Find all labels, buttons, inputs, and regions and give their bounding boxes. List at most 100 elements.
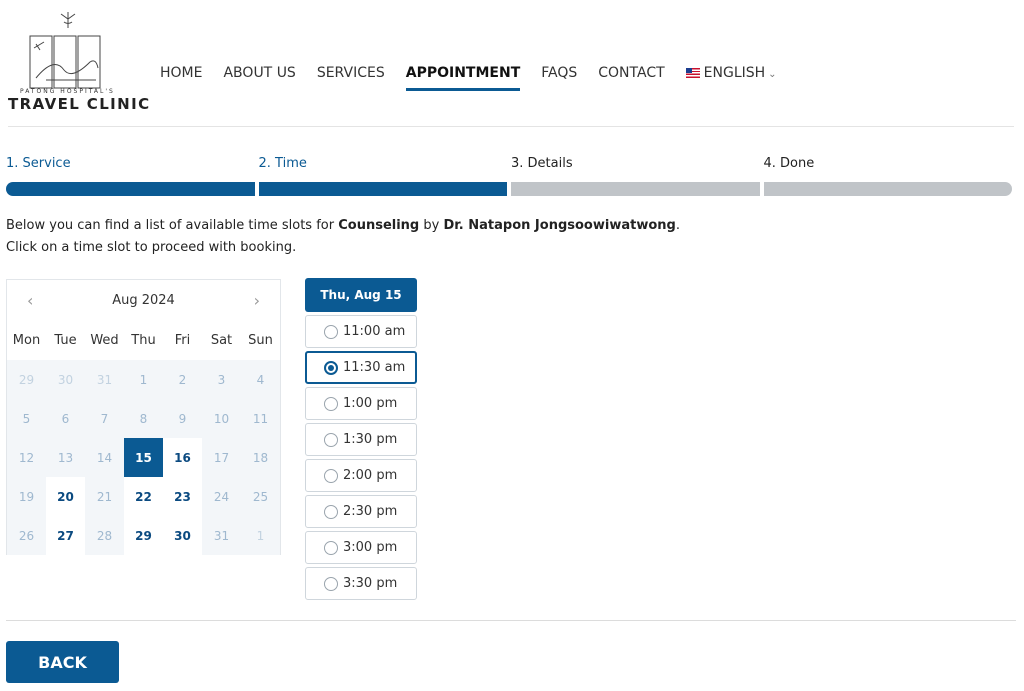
main-nav: HOME ABOUT US SERVICES APPOINTMENT FAQS …	[160, 65, 798, 91]
chevron-left-icon[interactable]: ‹	[27, 291, 33, 310]
calendar-day: 30	[57, 372, 74, 387]
calendar-day: 13	[57, 450, 74, 465]
calendar-day: 25	[252, 489, 269, 504]
calendar-day: 29	[18, 372, 35, 387]
calendar-day: 5	[22, 411, 31, 426]
calendar-day: 31	[96, 372, 113, 387]
step-label: 2. Time	[258, 156, 307, 171]
service-name: Counseling	[338, 218, 420, 233]
calendar-day: 12	[18, 450, 35, 465]
calendar-day[interactable]: 27	[46, 516, 85, 555]
calendar-day: 1	[256, 528, 265, 543]
step-details: 3. Details	[511, 156, 760, 196]
nav-home[interactable]: HOME	[160, 65, 202, 81]
calendar-day: 10	[213, 411, 230, 426]
calendar-day[interactable]: 16	[163, 438, 202, 477]
calendar-day: 31	[213, 528, 230, 543]
weekday-label: Sat	[210, 332, 233, 348]
language-label: ENGLISH	[703, 65, 766, 81]
time-slot-label: 2:30 pm	[343, 504, 398, 519]
step-done: 4. Done	[763, 156, 1012, 196]
step-bar	[763, 182, 1012, 196]
step-bar	[6, 182, 255, 196]
radio-icon	[324, 504, 338, 519]
step-label: 4. Done	[763, 156, 815, 171]
radio-icon	[324, 540, 338, 555]
calendar-day-selected[interactable]: 15	[124, 438, 163, 477]
language-selector[interactable]: ENGLISH ⌄	[685, 65, 777, 81]
calendar-day[interactable]: 22	[124, 477, 163, 516]
weekday-label: Tue	[54, 332, 77, 348]
weekday-label: Thu	[131, 332, 156, 348]
nav-services[interactable]: SERVICES	[317, 65, 385, 81]
header-divider	[8, 126, 1014, 127]
calendar-day[interactable]: 29	[124, 516, 163, 555]
step-bar	[511, 182, 760, 196]
radio-icon	[324, 432, 338, 447]
calendar-day: 3	[217, 372, 226, 387]
calendar-day: 21	[96, 489, 113, 504]
radio-icon	[324, 576, 338, 591]
calendar-day: 1	[139, 372, 148, 387]
calendar-day: 24	[213, 489, 230, 504]
us-flag-icon	[685, 68, 700, 78]
calendar-days: 29 30 31 1 2 3 4 5 6 7 8 9 10 11 12 13 14 15 16 17 18 19 20 21 2…	[7, 360, 280, 555]
radio-icon	[324, 468, 338, 483]
logo-title: TRAVEL CLINIC	[8, 95, 151, 113]
time-slot[interactable]: 1:30 pm	[305, 423, 417, 456]
weekday-row: Mon Tue Wed Thu Fri Sat Sun	[7, 320, 280, 360]
weekday-label: Sun	[248, 332, 273, 348]
chevron-right-icon[interactable]: ›	[254, 291, 260, 310]
time-slot[interactable]: 3:30 pm	[305, 567, 417, 600]
weekday-label: Mon	[12, 332, 41, 348]
time-slot-label: 2:00 pm	[343, 468, 398, 483]
selected-date-header: Thu, Aug 15	[305, 278, 417, 312]
calendar-day[interactable]: 30	[163, 516, 202, 555]
time-slot-label: 1:30 pm	[343, 432, 398, 447]
time-slot[interactable]: 11:00 am	[305, 315, 417, 348]
time-slot[interactable]: 3:00 pm	[305, 531, 417, 564]
time-slot-label: 3:30 pm	[343, 576, 398, 591]
calendar-day[interactable]: 20	[46, 477, 85, 516]
nav-faqs[interactable]: FAQS	[541, 65, 577, 81]
booking-progress: 1. Service 2. Time 3. Details 4. Done	[6, 156, 1012, 196]
weekday-label: Fri	[174, 332, 191, 348]
nav-appointment[interactable]: APPOINTMENT	[405, 65, 520, 91]
time-slot-label: 11:00 am	[343, 324, 406, 339]
instructions: Below you can find a list of available t…	[6, 215, 680, 259]
logo-tagline: PATONG HOSPITAL'S	[20, 88, 115, 95]
calendar-day: 26	[18, 528, 35, 543]
step-service: 1. Service	[6, 156, 255, 196]
time-slot-list: 11:00 am 11:30 am 1:00 pm 1:30 pm 2:00 pm 2:3…	[305, 315, 417, 600]
calendar-day: 4	[256, 372, 265, 387]
chevron-down-icon: ⌄	[768, 69, 777, 80]
time-slot[interactable]: 2:00 pm	[305, 459, 417, 492]
calendar-day: 18	[252, 450, 269, 465]
calendar-day: 19	[18, 489, 35, 504]
back-button[interactable]: BACK	[6, 641, 119, 683]
nav-contact[interactable]: CONTACT	[598, 65, 664, 81]
time-slot-label: 11:30 am	[343, 360, 406, 375]
step-label: 3. Details	[511, 156, 573, 171]
calendar-day[interactable]: 23	[163, 477, 202, 516]
calendar-month: Aug 2024	[112, 292, 175, 308]
radio-icon	[324, 396, 338, 411]
time-slot[interactable]: 11:30 am	[305, 351, 417, 384]
weekday-label: Wed	[90, 332, 119, 348]
doctor-name: Dr. Natapon Jongsoowiwatwong	[443, 218, 676, 233]
calendar: ‹ Aug 2024 › Mon Tue Wed Thu Fri Sat Sun 29 30 3…	[6, 279, 281, 555]
radio-icon	[324, 324, 338, 339]
step-time: 2. Time	[258, 156, 507, 196]
time-slot[interactable]: 1:00 pm	[305, 387, 417, 420]
step-label: 1. Service	[6, 156, 71, 171]
time-slots: Thu, Aug 15 11:00 am 11:30 am 1:00 pm 1:30 …	[305, 278, 417, 600]
time-slot[interactable]: 2:30 pm	[305, 495, 417, 528]
calendar-header: ‹ Aug 2024 ›	[7, 280, 280, 320]
calendar-day: 2	[178, 372, 187, 387]
footer-divider	[6, 620, 1016, 621]
calendar-day: 17	[213, 450, 230, 465]
calendar-day: 14	[96, 450, 113, 465]
nav-about-us[interactable]: ABOUT US	[223, 65, 295, 81]
instructions-line1: Below you can find a list of available t…	[6, 218, 680, 233]
calendar-day: 8	[139, 411, 148, 426]
